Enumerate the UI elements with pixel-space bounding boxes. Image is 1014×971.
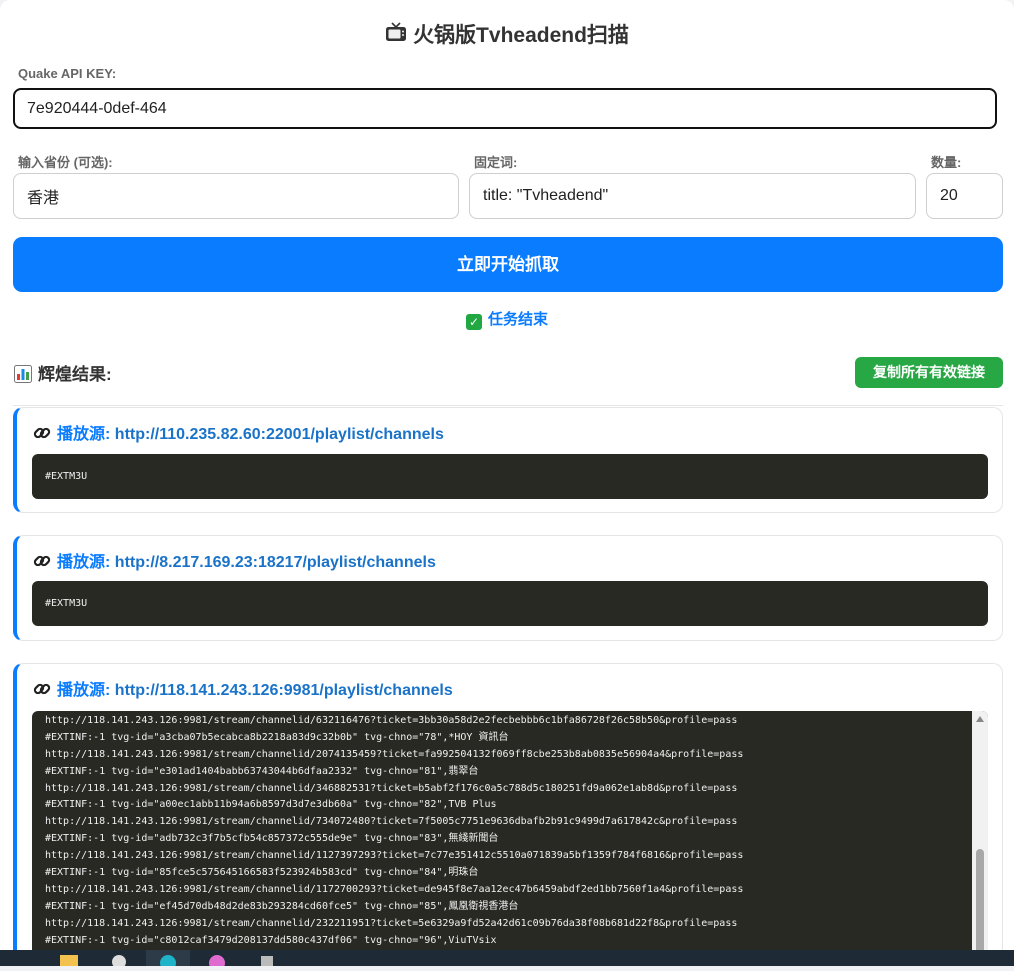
keyword-input[interactable] xyxy=(469,173,916,219)
check-mark-icon: ✓ xyxy=(465,314,482,330)
browser-taskbar-icon[interactable] xyxy=(146,950,190,971)
playlist-line: http://118.141.243.126:9981/stream/chann… xyxy=(45,816,738,828)
copy-all-links-button[interactable]: 复制所有有效链接 xyxy=(855,357,1003,388)
playlist-line: #EXTINF:-1 tvg-id="adb732c3f7b5cfb54c857… xyxy=(45,833,499,845)
results-header: 辉煌结果: xyxy=(14,364,112,386)
source-url-link[interactable]: http://8.217.169.23:18217/playlist/chann… xyxy=(115,554,436,571)
source-title: 播放源: http://8.217.169.23:18217/playlist/… xyxy=(33,552,436,574)
link-icon xyxy=(33,552,51,577)
app-page: 火锅版Tvheadend扫描 Quake API KEY: 输入省份 (可选):… xyxy=(0,0,1014,950)
status-message: ✓ 任务结束 xyxy=(0,310,1014,330)
source-url-link[interactable]: http://110.235.82.60:22001/playlist/chan… xyxy=(115,426,444,443)
playlist-output: http://118.141.243.126:9981/stream/chann… xyxy=(32,711,988,950)
divider xyxy=(13,405,1003,406)
status-text: 任务结束 xyxy=(487,311,548,328)
playlist-line: #EXTINF:-1 tvg-id="c8012caf3479d208137dd… xyxy=(45,934,497,946)
playlist-output: #EXTM3U xyxy=(32,454,988,499)
app-taskbar-icon[interactable] xyxy=(256,950,278,966)
scroll-up-arrow-icon[interactable] xyxy=(976,716,984,722)
start-scan-button[interactable]: 立即开始抓取 xyxy=(13,237,1003,292)
source-prefix: 播放源: xyxy=(57,682,111,699)
count-label: 数量: xyxy=(931,155,962,170)
playlist-line: http://118.141.243.126:9981/stream/chann… xyxy=(45,782,738,794)
link-icon xyxy=(33,680,51,705)
source-title: 播放源: http://110.235.82.60:22001/playlist… xyxy=(33,424,444,446)
source-card: 播放源: http://118.141.243.126:9981/playlis… xyxy=(13,663,1003,950)
scroll-thumb[interactable] xyxy=(976,849,984,950)
tv-icon xyxy=(385,20,407,52)
results-title: 辉煌结果: xyxy=(38,365,112,384)
playlist-line: http://118.141.243.126:9981/stream/chann… xyxy=(45,748,744,760)
count-input[interactable] xyxy=(926,173,1003,219)
link-icon xyxy=(33,424,51,449)
source-prefix: 播放源: xyxy=(57,554,111,571)
output-scrollbar[interactable] xyxy=(972,711,988,950)
playlist-line: #EXTM3U xyxy=(45,598,88,609)
source-card: 播放源: http://110.235.82.60:22001/playlist… xyxy=(13,407,1003,513)
bar-chart-icon xyxy=(14,365,32,389)
playlist-line: #EXTINF:-1 tvg-id="a00ec1abb11b94a6b8597… xyxy=(45,799,497,811)
app-taskbar-icon[interactable] xyxy=(206,950,228,971)
keyword-label: 固定词: xyxy=(474,155,518,170)
province-label: 输入省份 (可选): xyxy=(18,155,113,170)
playlist-line: #EXTINF:-1 tvg-id="ef45d70db48d2de83b293… xyxy=(45,900,519,912)
playlist-line: #EXTM3U xyxy=(45,471,88,482)
source-url-link[interactable]: http://118.141.243.126:9981/playlist/cha… xyxy=(115,682,453,699)
source-title: 播放源: http://118.141.243.126:9981/playlis… xyxy=(33,680,453,702)
page-title: 火锅版Tvheadend扫描 xyxy=(0,20,1014,52)
province-input[interactable] xyxy=(13,173,459,219)
source-prefix: 播放源: xyxy=(57,426,111,443)
os-taskbar xyxy=(0,950,1014,971)
api-key-label: Quake API KEY: xyxy=(18,66,117,81)
page-title-text: 火锅版Tvheadend扫描 xyxy=(413,24,629,47)
playlist-output: #EXTM3U xyxy=(32,581,988,626)
playlist-line: #EXTINF:-1 tvg-id="a3cba07b5ecabca8b2218… xyxy=(45,731,509,743)
playlist-line: http://118.141.243.126:9981/stream/chann… xyxy=(45,917,738,929)
playlist-line: #EXTINF:-1 tvg-id="e301ad1404babb6374304… xyxy=(45,765,479,777)
source-card: 播放源: http://8.217.169.23:18217/playlist/… xyxy=(13,535,1003,641)
playlist-line: #EXTINF:-1 tvg-id="85fce5c575645166583f5… xyxy=(45,867,479,879)
playlist-line: http://118.141.243.126:9981/stream/chann… xyxy=(45,850,744,862)
app-taskbar-icon[interactable] xyxy=(108,950,130,969)
playlist-line: http://118.141.243.126:9981/stream/chann… xyxy=(45,883,744,895)
api-key-input[interactable] xyxy=(13,88,997,129)
playlist-line: http://118.141.243.126:9981/stream/chann… xyxy=(45,715,738,726)
folder-taskbar-icon[interactable] xyxy=(58,950,80,966)
